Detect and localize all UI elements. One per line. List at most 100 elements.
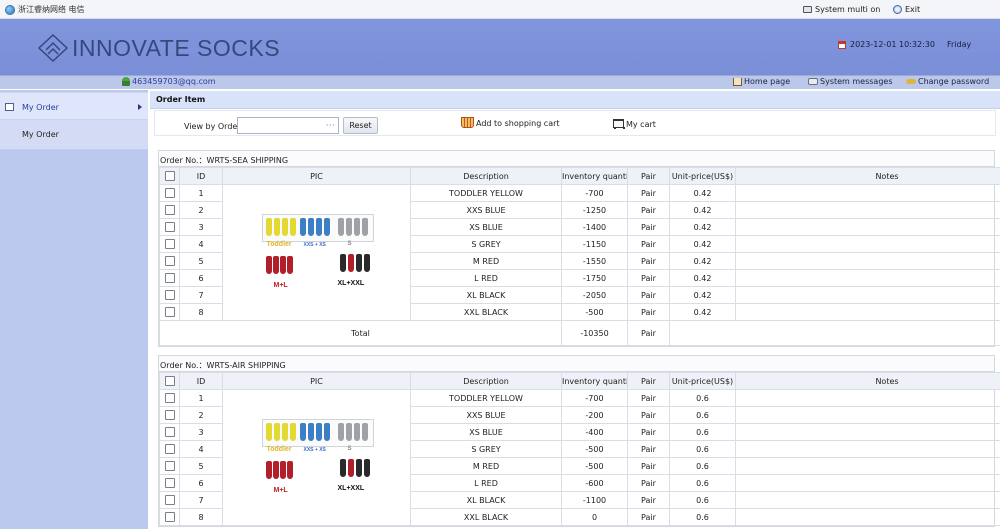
row-checkbox[interactable] bbox=[164, 290, 175, 300]
cell-unit: Pair bbox=[627, 286, 670, 304]
cell-id: 4 bbox=[179, 440, 223, 458]
row-checkbox[interactable] bbox=[164, 222, 175, 232]
sock-swatch-red bbox=[272, 255, 279, 274]
order-table: IDPICDescriptionInventory quantityPairUn… bbox=[159, 167, 1000, 346]
my-cart-button[interactable]: My cart bbox=[611, 117, 656, 129]
row-checkbox[interactable] bbox=[164, 393, 175, 403]
row-select-cell bbox=[159, 184, 180, 202]
picker-ellipsis[interactable]: ··· bbox=[326, 121, 335, 130]
cell-quantity: -400 bbox=[561, 423, 628, 441]
user-strip: 463459703@qq.com Home page System messag… bbox=[0, 75, 1000, 89]
cell-price: 0.6 bbox=[669, 491, 736, 509]
row-checkbox[interactable] bbox=[164, 307, 175, 317]
cell-notes bbox=[735, 303, 1000, 321]
add-to-cart-button[interactable]: Add to shopping cart bbox=[461, 117, 560, 128]
pic-label-toddler: Toddler bbox=[266, 240, 292, 248]
cell-price: 0.6 bbox=[669, 389, 736, 407]
sidebar-menu-label: My Order bbox=[22, 103, 59, 112]
sock-swatch-blue bbox=[299, 217, 306, 236]
pic-label-xxs-xs: XXS + XS bbox=[303, 241, 326, 248]
row-checkbox[interactable] bbox=[164, 427, 175, 437]
row-checkbox[interactable] bbox=[164, 188, 175, 198]
sock-swatch-red bbox=[286, 460, 293, 479]
cell-description: TODDLER YELLOW bbox=[410, 184, 562, 202]
col-notes: Notes bbox=[735, 167, 1000, 185]
row-checkbox[interactable] bbox=[164, 256, 175, 266]
sock-swatch-red bbox=[279, 255, 286, 274]
sock-swatch-yellow bbox=[281, 217, 288, 236]
col-description: Description bbox=[410, 372, 562, 390]
messages-label: System messages bbox=[820, 77, 893, 86]
cell-unit: Pair bbox=[627, 235, 670, 253]
pic-label-xl-xxl: XL+XXL bbox=[337, 484, 365, 492]
order-section: Order No.：WRTS-AIR SHIPPING ID PIC Descript… bbox=[158, 355, 1000, 527]
system-multi-link[interactable]: System multi on bbox=[803, 5, 880, 14]
sock-swatch-red bbox=[265, 460, 272, 479]
cell-id: 8 bbox=[179, 303, 223, 321]
row-select-cell bbox=[159, 406, 180, 424]
row-checkbox[interactable] bbox=[164, 239, 175, 249]
pic-label-toddler: Toddler bbox=[266, 445, 292, 453]
home-icon bbox=[733, 77, 742, 86]
select-all-checkbox[interactable] bbox=[164, 376, 175, 386]
sock-swatch-black bbox=[355, 253, 362, 272]
cell-unit: Pair bbox=[627, 218, 670, 236]
cell-notes bbox=[735, 389, 1000, 407]
cell-description: S GREY bbox=[410, 440, 562, 458]
datetime-value: 2023-12-01 10:32:30 bbox=[850, 40, 935, 49]
cell-description: TODDLER YELLOW bbox=[410, 389, 562, 407]
sidebar-subitem-my-order[interactable]: My Order bbox=[0, 120, 148, 150]
select-all-checkbox[interactable] bbox=[164, 171, 175, 181]
cell-price: 0.6 bbox=[669, 457, 736, 475]
sock-swatch-blue bbox=[307, 422, 314, 441]
cell-quantity: -200 bbox=[561, 406, 628, 424]
cell-description: XXL BLACK bbox=[410, 303, 562, 321]
sidebar-item-my-order[interactable]: My Order bbox=[0, 92, 148, 120]
exit-link[interactable]: Exit bbox=[893, 5, 920, 14]
col-inventory-quantity: Inventory quantity bbox=[561, 167, 628, 185]
top-strip: 浙江睿纳网络 电信 System multi on Exit bbox=[0, 0, 1000, 19]
reset-button[interactable]: Reset bbox=[343, 117, 378, 134]
sock-swatch-black bbox=[363, 458, 370, 477]
home-page-link[interactable]: Home page bbox=[733, 77, 790, 86]
row-checkbox[interactable] bbox=[164, 444, 175, 454]
row-checkbox[interactable] bbox=[164, 461, 175, 471]
basket-icon bbox=[461, 117, 474, 128]
row-checkbox[interactable] bbox=[164, 410, 175, 420]
cell-notes bbox=[735, 508, 1000, 526]
row-select-cell bbox=[159, 235, 180, 253]
header-band: INNOVATE SOCKS 2023-12-01 10:32:30 Frida… bbox=[0, 19, 1000, 75]
sock-swatch-black bbox=[339, 253, 346, 272]
row-checkbox[interactable] bbox=[164, 273, 175, 283]
sock-swatch-yellow bbox=[289, 422, 296, 441]
pic-label-s: S bbox=[347, 445, 352, 452]
total-quantity: -10350 bbox=[561, 320, 628, 346]
row-checkbox[interactable] bbox=[164, 512, 175, 522]
change-password-label: Change password bbox=[918, 77, 990, 86]
sock-swatch-grey bbox=[337, 217, 344, 236]
cell-notes bbox=[735, 423, 1000, 441]
cell-unit: Pair bbox=[627, 389, 670, 407]
cell-unit: Pair bbox=[627, 269, 670, 287]
row-select-cell bbox=[159, 440, 180, 458]
view-by-order-input[interactable]: ··· bbox=[237, 117, 339, 134]
select-all-cell bbox=[159, 372, 180, 390]
pic-label-xl-xxl: XL+XXL bbox=[337, 279, 365, 287]
sock-swatch-red bbox=[265, 255, 272, 274]
system-messages-link[interactable]: System messages bbox=[808, 77, 893, 86]
row-checkbox[interactable] bbox=[164, 495, 175, 505]
cell-unit: Pair bbox=[627, 406, 670, 424]
calendar-icon bbox=[838, 40, 846, 49]
change-password-link[interactable]: Change password bbox=[906, 77, 989, 86]
cell-quantity: -1150 bbox=[561, 235, 628, 253]
row-checkbox[interactable] bbox=[164, 478, 175, 488]
total-row: Total -10350 Pair bbox=[159, 320, 1000, 346]
row-checkbox[interactable] bbox=[164, 205, 175, 215]
cell-unit: Pair bbox=[627, 491, 670, 509]
product-picture: Toddler XXS + XS S M+L XL+XXL bbox=[258, 208, 376, 298]
cell-price: 0.42 bbox=[669, 201, 736, 219]
col-description: Description bbox=[410, 167, 562, 185]
cell-notes bbox=[735, 184, 1000, 202]
sock-swatch-yellow bbox=[289, 217, 296, 236]
cell-quantity: -600 bbox=[561, 474, 628, 492]
